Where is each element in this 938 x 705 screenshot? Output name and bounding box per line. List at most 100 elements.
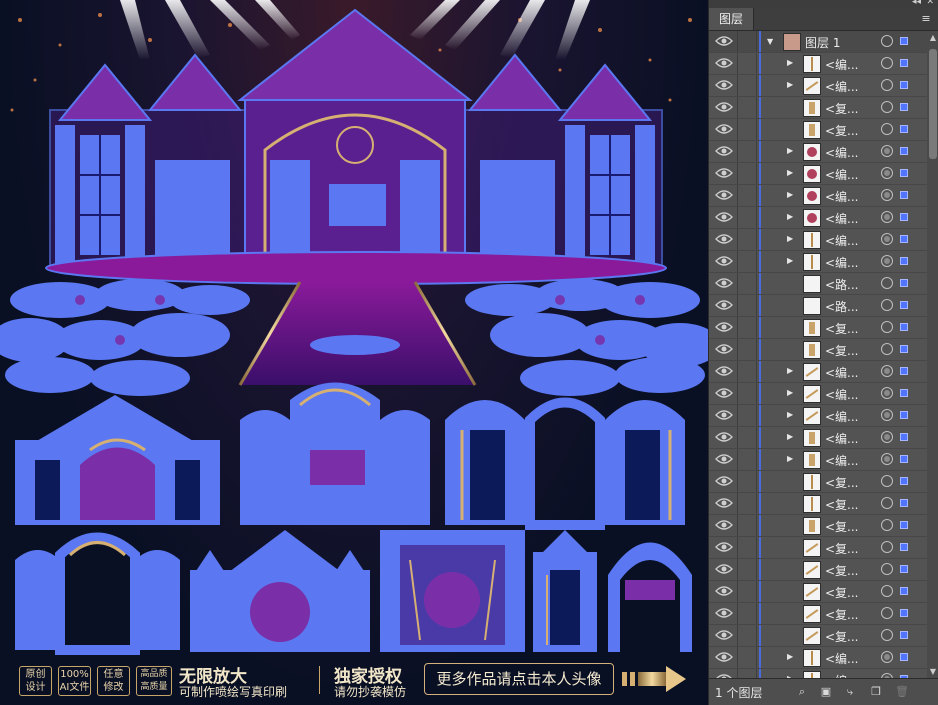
collapse-icon[interactable]: ◂◂ [912,0,921,7]
selection-indicator[interactable] [900,499,908,507]
layer-row[interactable]: ▶ <编... [709,229,927,251]
target-circle-icon[interactable] [881,321,893,333]
visibility-eye-icon[interactable] [715,541,733,553]
lock-toggle[interactable] [738,361,757,382]
layer-name[interactable]: <编... [825,364,859,381]
selection-indicator[interactable] [900,279,908,287]
layer-name[interactable]: <编... [825,56,859,73]
chevron-right-icon[interactable]: ▶ [787,146,793,155]
target-circle-icon[interactable] [881,629,893,641]
lock-toggle[interactable] [738,493,757,514]
target-circle-icon[interactable] [881,409,893,421]
lock-toggle[interactable] [738,515,757,536]
selection-indicator[interactable] [900,103,908,111]
layer-name[interactable]: <编... [825,78,859,95]
target-circle-icon[interactable] [881,541,893,553]
visibility-eye-icon[interactable] [715,233,733,245]
layer-row[interactable]: <复... [709,581,927,603]
make-clipping-mask-icon[interactable]: ▣ [819,685,833,698]
target-circle-icon[interactable] [881,519,893,531]
layer-name[interactable]: <编... [825,254,859,271]
lock-toggle[interactable] [738,31,757,52]
target-circle-icon[interactable] [881,365,893,377]
target-circle-icon[interactable] [881,651,893,663]
lock-toggle[interactable] [738,405,757,426]
lock-toggle[interactable] [738,251,757,272]
layer-row[interactable]: ▶ <编... [709,75,927,97]
visibility-eye-icon[interactable] [715,563,733,575]
visibility-eye-icon[interactable] [715,167,733,179]
layer-name[interactable]: <复... [825,606,859,623]
lock-toggle[interactable] [738,53,757,74]
target-circle-icon[interactable] [881,189,893,201]
layer-name[interactable]: <编... [825,386,859,403]
selection-indicator[interactable] [900,213,908,221]
visibility-eye-icon[interactable] [715,453,733,465]
selection-indicator[interactable] [900,301,908,309]
selection-indicator[interactable] [900,609,908,617]
layer-name[interactable]: <复... [825,628,859,645]
visibility-eye-icon[interactable] [715,651,733,663]
layer-name[interactable]: <编... [825,232,859,249]
target-circle-icon[interactable] [881,453,893,465]
chevron-right-icon[interactable]: ▶ [787,190,793,199]
visibility-eye-icon[interactable] [715,497,733,509]
target-circle-icon[interactable] [881,57,893,69]
layer-row[interactable]: <复... [709,317,927,339]
layer-name[interactable]: <复... [825,100,859,117]
layer-name[interactable]: <编... [825,166,859,183]
chevron-right-icon[interactable]: ▶ [787,454,793,463]
layer-name[interactable]: <复... [825,584,859,601]
layer-name[interactable]: <复... [825,562,859,579]
layer-name[interactable]: <复... [825,496,859,513]
target-circle-icon[interactable] [881,497,893,509]
target-circle-icon[interactable] [881,431,893,443]
target-circle-icon[interactable] [881,255,893,267]
selection-indicator[interactable] [900,235,908,243]
layer-name[interactable]: <编... [825,452,859,469]
layer-name[interactable]: <复... [825,342,859,359]
visibility-eye-icon[interactable] [715,35,733,47]
chevron-right-icon[interactable]: ▶ [787,212,793,221]
scroll-up-icon[interactable]: ▲ [928,33,938,43]
selection-indicator[interactable] [900,169,908,177]
layer-row[interactable]: <路... [709,295,927,317]
layer-row[interactable]: ▶ <编... [709,185,927,207]
lock-toggle[interactable] [738,273,757,294]
locate-object-icon[interactable]: ⌕ [795,685,809,698]
lock-toggle[interactable] [738,427,757,448]
close-icon[interactable]: ✕ [926,0,934,7]
visibility-eye-icon[interactable] [715,277,733,289]
selection-indicator[interactable] [900,125,908,133]
selection-indicator[interactable] [900,455,908,463]
lock-toggle[interactable] [738,471,757,492]
layer-name[interactable]: <路... [825,298,859,315]
target-circle-icon[interactable] [881,35,893,47]
selection-indicator[interactable] [900,345,908,353]
layer-row[interactable]: <复... [709,515,927,537]
visibility-eye-icon[interactable] [715,57,733,69]
layer-row[interactable]: ▶ <编... [709,163,927,185]
visibility-eye-icon[interactable] [715,299,733,311]
visibility-eye-icon[interactable] [715,101,733,113]
lock-toggle[interactable] [738,119,757,140]
layer-row[interactable]: ▶ <编... [709,361,927,383]
layer-name[interactable]: <编... [825,650,859,667]
lock-toggle[interactable] [738,207,757,228]
lock-toggle[interactable] [738,97,757,118]
chevron-right-icon[interactable]: ▶ [787,58,793,67]
target-circle-icon[interactable] [881,387,893,399]
lock-toggle[interactable] [738,163,757,184]
tab-layers[interactable]: 图层 [709,8,755,30]
visibility-eye-icon[interactable] [715,123,733,135]
layer-name[interactable]: <复... [825,122,859,139]
lock-toggle[interactable] [738,75,757,96]
scroll-thumb[interactable] [929,49,937,159]
lock-toggle[interactable] [738,537,757,558]
layer-row[interactable]: <复... [709,603,927,625]
layer-name[interactable]: <编... [825,210,859,227]
selection-indicator[interactable] [900,411,908,419]
selection-indicator[interactable] [900,543,908,551]
layer-row[interactable]: <复... [709,119,927,141]
layer-row[interactable]: <路... [709,273,927,295]
